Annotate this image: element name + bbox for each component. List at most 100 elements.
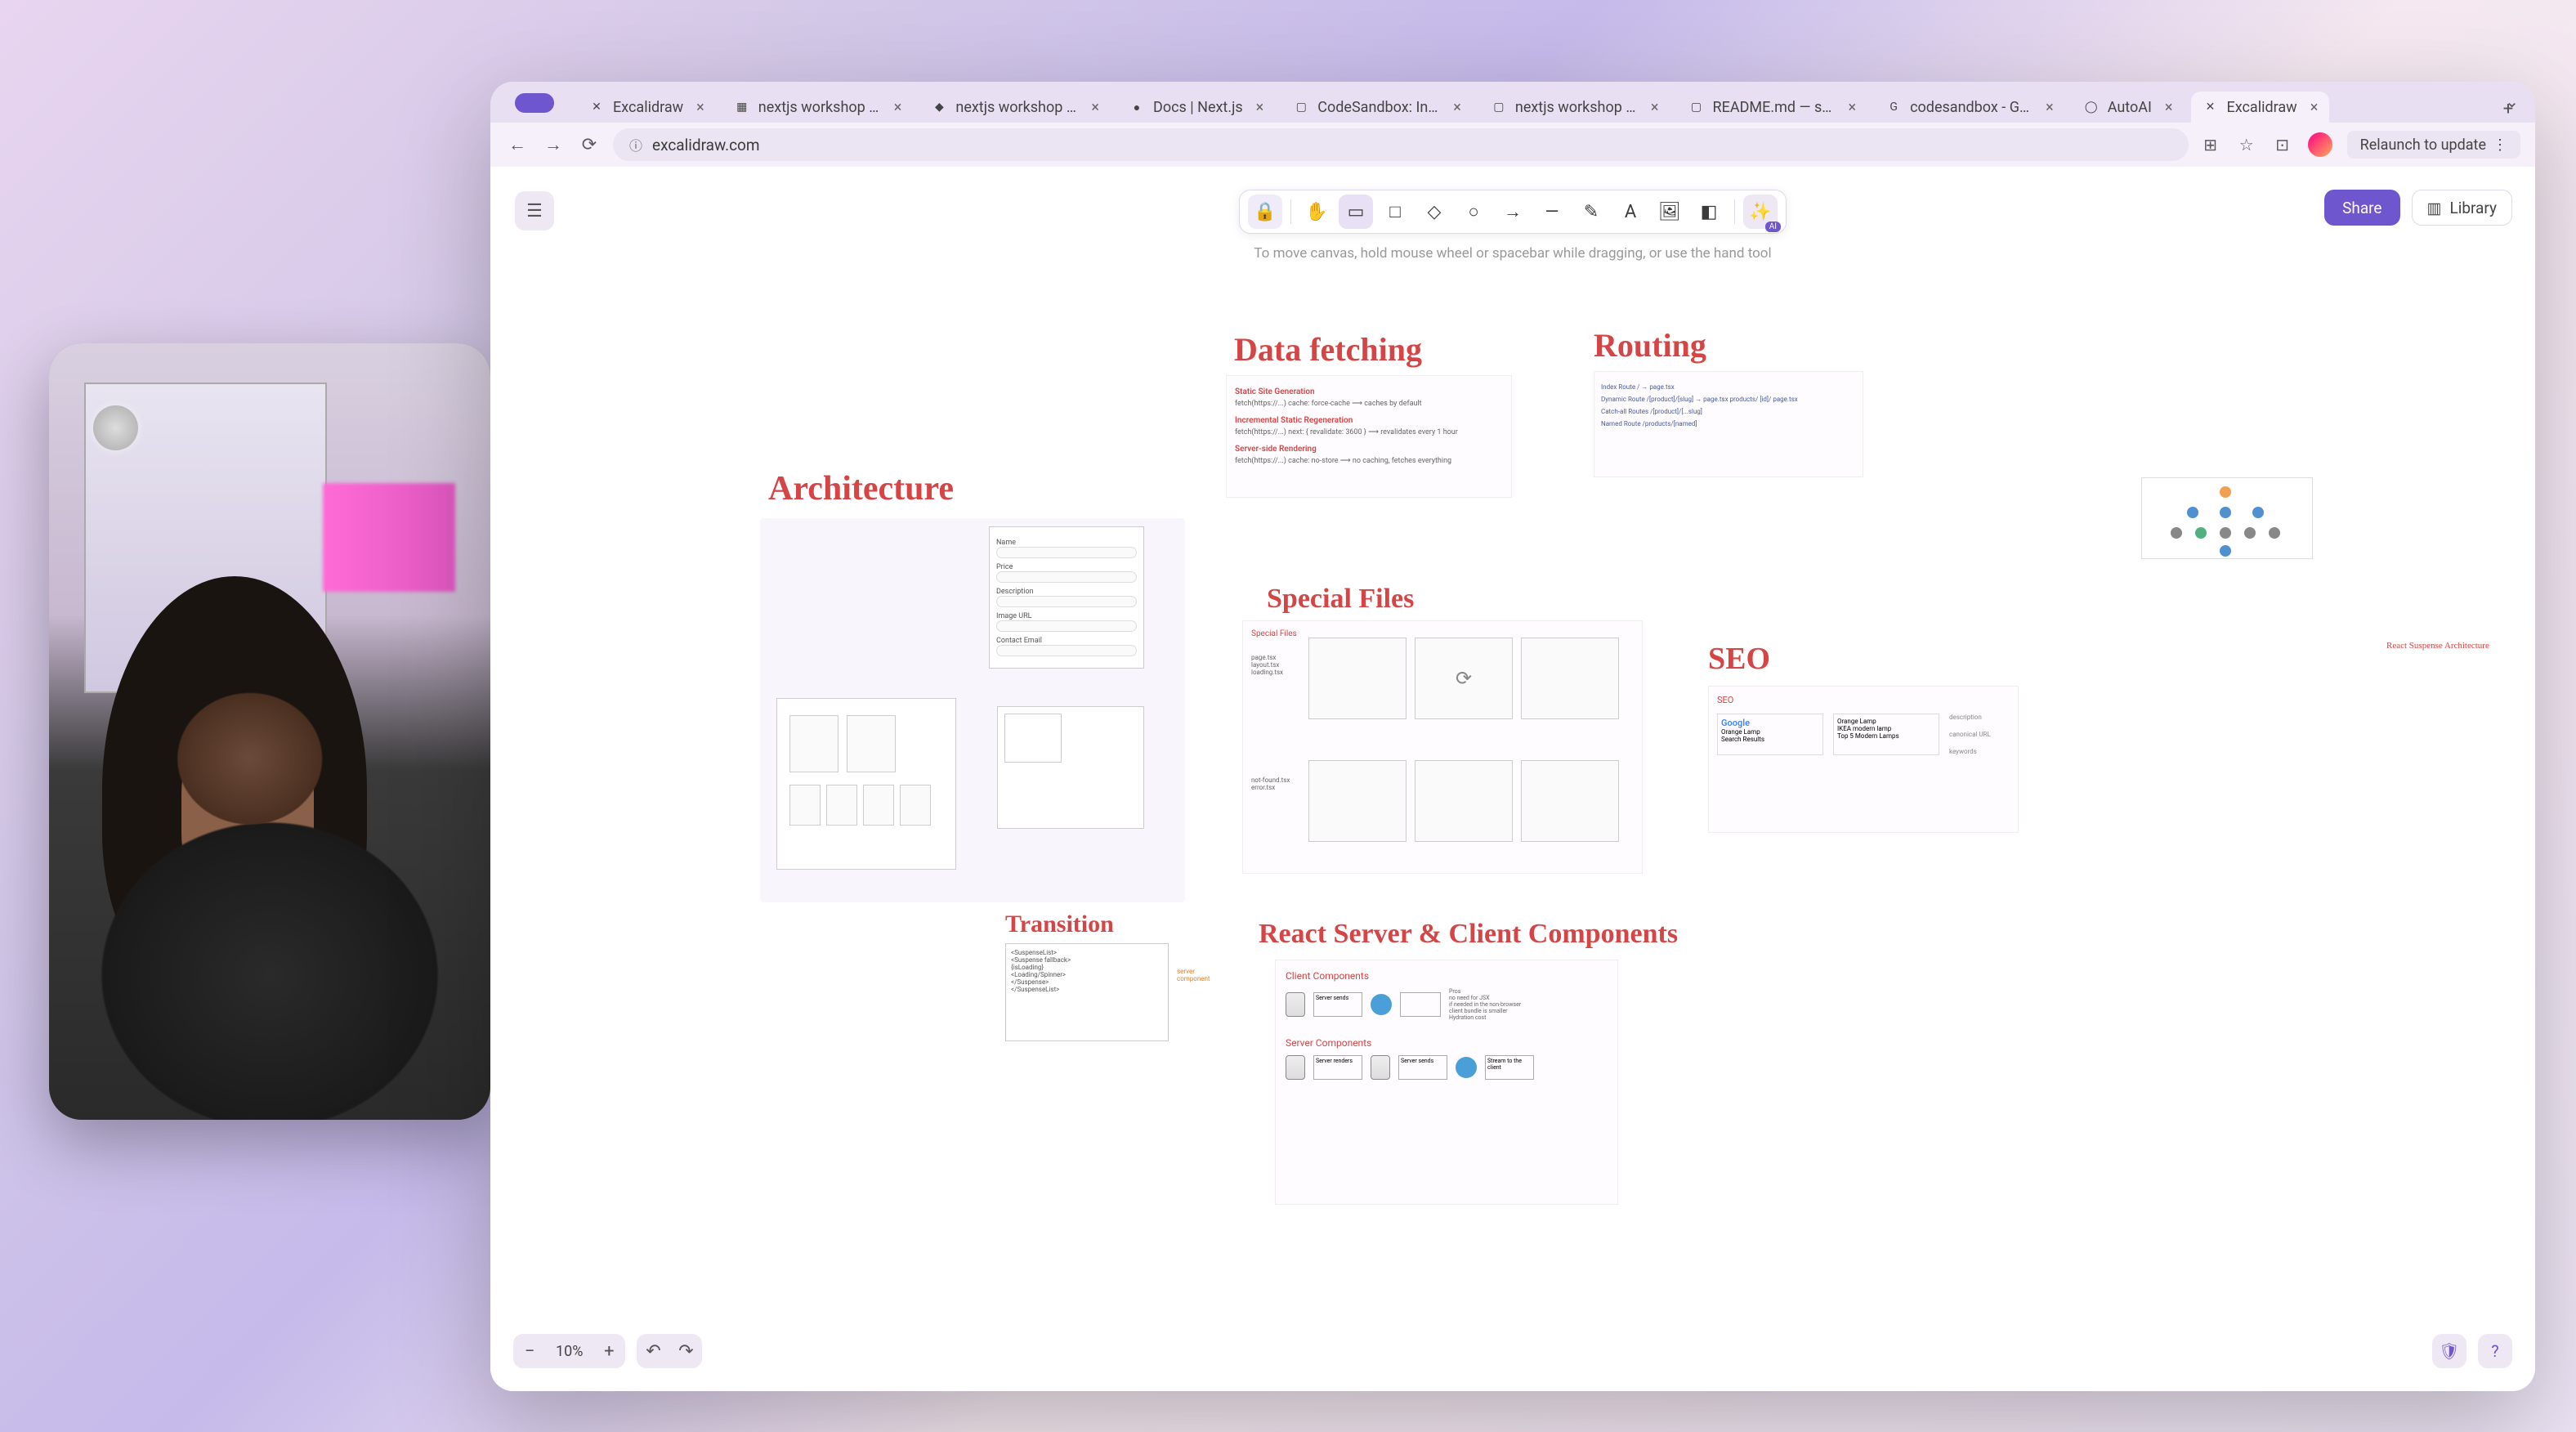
redo-button[interactable]: ↷	[669, 1334, 702, 1368]
browser-tab[interactable]: ✕ Excalidraw ×	[2191, 92, 2330, 123]
disco-ball	[93, 405, 138, 450]
profile-avatar[interactable]	[2308, 132, 2332, 157]
tab-label: README.md — san	[1713, 99, 1836, 116]
form-label: Price	[996, 563, 1137, 571]
transition-box: <SuspenseList><Suspense fallback>{isLoad…	[1005, 943, 1169, 1041]
tab-search-pill[interactable]	[515, 93, 554, 113]
tab-close-button[interactable]: ×	[1256, 99, 1264, 116]
zoom-out-button[interactable]: −	[513, 1334, 546, 1368]
browser-tab[interactable]: ◯AutoAI×	[2072, 92, 2185, 123]
tab-close-button[interactable]: ×	[2046, 99, 2054, 116]
relaunch-button[interactable]: Relaunch to update ⋮	[2347, 131, 2520, 159]
tab-label: CodeSandbox: Inst	[1317, 99, 1440, 116]
browser-window: ✕Excalidraw×▦nextjs workshop – F×◆nextjs…	[490, 82, 2535, 1391]
reload-button[interactable]: ⟳	[577, 132, 602, 157]
neon-light	[323, 483, 455, 592]
special-files-section[interactable]: Special Files Special Files ⟳ page.tsx l…	[1267, 584, 1414, 615]
form-input-mock	[996, 620, 1137, 632]
db-icon	[1286, 1055, 1305, 1080]
tab-favicon: ✕	[588, 99, 605, 115]
shield-icon[interactable]: 🛡	[2432, 1334, 2466, 1368]
tabs-menu-button[interactable]: ⌄	[2505, 92, 2519, 111]
tab-close-button[interactable]: ×	[2165, 99, 2173, 116]
responsive-viewer-icon[interactable]: ⊞	[2200, 134, 2221, 155]
db-icon	[1286, 992, 1305, 1017]
tab-close-button[interactable]: ×	[1651, 99, 1659, 116]
relaunch-label: Relaunch to update	[2360, 136, 2486, 154]
routing-row: Catch-all Routes /[product]/[...slug]	[1601, 408, 1856, 415]
routing-row: Index Route / → page.tsx	[1601, 383, 1856, 391]
zoom-in-button[interactable]: +	[593, 1334, 625, 1368]
undo-redo-control: ↶ ↷	[637, 1334, 702, 1368]
canvas-drawings[interactable]: Architecture NamePriceDescriptionImage U…	[490, 167, 2535, 1391]
browser-tab[interactable]: ● Docs | Next.js ×	[1117, 92, 1275, 123]
react-suspense-label[interactable]: React Suspense Architecture	[2386, 641, 2525, 731]
tab-close-button[interactable]: ×	[696, 99, 704, 116]
bottom-left-controls: − 10% + ↶ ↷	[513, 1334, 702, 1368]
tab-favicon: ✕	[2203, 99, 2219, 115]
form-input-mock	[996, 571, 1137, 583]
back-button[interactable]: ←	[505, 132, 530, 157]
bookmark-icon[interactable]: ☆	[2236, 134, 2257, 155]
tab-label: Excalidraw	[2227, 99, 2297, 116]
webcam-overlay	[49, 343, 490, 1120]
transition-section[interactable]: Transition <SuspenseList><Suspense fallb…	[1005, 911, 1114, 938]
rsc-section[interactable]: React Server & Client Components Client …	[1259, 919, 1678, 950]
zoom-control: − 10% +	[513, 1334, 625, 1368]
tab-close-button[interactable]: ×	[2310, 99, 2319, 116]
routing-section[interactable]: Routing Index Route / → page.tsxDynamic …	[1594, 326, 1706, 365]
routing-box: Index Route / → page.tsx Dynamic Route /[…	[1594, 371, 1863, 477]
special-files-box: Special Files ⟳ page.tsx layout.tsx load…	[1242, 620, 1643, 874]
tab-close-button[interactable]: ×	[1453, 99, 1461, 116]
tab-label: nextjs workshop – C	[1515, 99, 1638, 116]
browser-tab[interactable]: ▢README.md — san×	[1677, 92, 1868, 123]
code-line: <SuspenseList>	[1011, 949, 1163, 956]
form-label: Image URL	[996, 612, 1137, 620]
site-info-icon[interactable]: ⓘ	[629, 135, 642, 154]
architecture-form-mock: NamePriceDescriptionImage URLContact Ema…	[989, 526, 1144, 669]
data-fetching-section[interactable]: Data fetching Static Site Generation fet…	[1234, 330, 1422, 369]
rsc-title: React Server & Client Components	[1259, 919, 1678, 950]
form-label: Description	[996, 588, 1137, 596]
form-input-mock	[996, 547, 1137, 558]
seo-section[interactable]: SEO SEO Google Orange Lamp Search Result…	[1708, 641, 1770, 677]
tab-label: Docs | Next.js	[1153, 99, 1243, 116]
browser-tab[interactable]: ◆ nextjs workshop – F ×	[919, 92, 1111, 123]
tab-close-button[interactable]: ×	[1091, 99, 1099, 116]
code-line: </Suspense>	[1011, 978, 1163, 986]
browser-tab[interactable]: ▦nextjs workshop – F×	[722, 92, 914, 123]
webcam-background	[49, 343, 490, 1120]
person-silhouette	[71, 638, 468, 1120]
seo-box: SEO Google Orange Lamp Search Results Or…	[1708, 686, 2019, 833]
tab-label: nextjs workshop – F	[955, 99, 1078, 116]
browser-tab[interactable]: Gcodesandbox - Goo ×	[1874, 92, 2065, 123]
extensions-icon[interactable]: ⊡	[2272, 134, 2293, 155]
browser-tab[interactable]: ▢CodeSandbox: Inst×	[1281, 92, 1473, 123]
tab-favicon: ◆	[931, 99, 947, 115]
app-canvas[interactable]: ☰ 🔒 ✋ ▭ □ ◇ ○ → — ✎ A 🖼 ◧ ✨AI To move ca…	[490, 167, 2535, 1391]
architecture-section[interactable]: Architecture NamePriceDescriptionImage U…	[768, 469, 954, 508]
tab-favicon: G	[1885, 99, 1902, 115]
globe-icon	[1456, 1057, 1477, 1078]
forward-button[interactable]: →	[541, 132, 566, 157]
tab-bar: ✕Excalidraw×▦nextjs workshop – F×◆nextjs…	[490, 82, 2535, 123]
data-fetching-box: Static Site Generation fetch(https://...…	[1226, 375, 1512, 498]
zoom-value[interactable]: 10%	[546, 1343, 593, 1360]
tab-label: codesandbox - Goo	[1910, 99, 2033, 116]
help-button[interactable]: ?	[2478, 1334, 2512, 1368]
tree-diagram[interactable]	[2141, 477, 2313, 559]
address-field[interactable]: ⓘ excalidraw.com	[613, 128, 2189, 161]
browser-tab[interactable]: ▢nextjs workshop – C×	[1479, 92, 1670, 123]
architecture-title: Architecture	[768, 469, 954, 508]
url-text: excalidraw.com	[652, 136, 760, 154]
form-label: Contact Email	[996, 637, 1137, 645]
tab-favicon: ●	[1129, 99, 1145, 115]
tab-close-button[interactable]: ×	[1849, 99, 1857, 116]
routing-row: Dynamic Route /[product]/[slug] → page.t…	[1601, 396, 1856, 403]
browser-tab[interactable]: ✕Excalidraw×	[577, 92, 716, 123]
form-input-mock	[996, 596, 1137, 607]
routing-title: Routing	[1594, 326, 1706, 365]
tab-close-button[interactable]: ×	[894, 99, 902, 116]
architecture-grid-mock	[776, 698, 956, 870]
undo-button[interactable]: ↶	[637, 1334, 669, 1368]
